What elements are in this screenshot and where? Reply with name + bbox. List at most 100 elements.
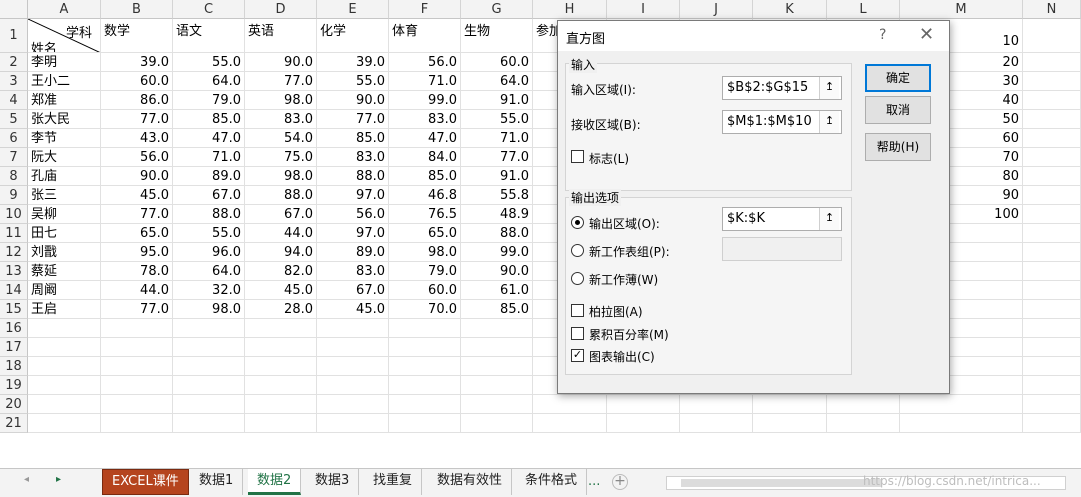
- grid-cell[interactable]: [1023, 376, 1081, 395]
- score-cell[interactable]: 61.0: [461, 281, 533, 300]
- score-cell[interactable]: 77.0: [245, 72, 317, 91]
- student-name-cell[interactable]: 李明: [28, 53, 101, 72]
- grid-cell[interactable]: [461, 395, 533, 414]
- score-cell[interactable]: 48.9: [461, 205, 533, 224]
- grid-cell[interactable]: [245, 338, 317, 357]
- column-header[interactable]: G: [461, 0, 533, 19]
- tab-data2[interactable]: 数据2: [248, 469, 302, 495]
- score-cell[interactable]: 60.0: [389, 281, 461, 300]
- tab-more-icon[interactable]: ...: [588, 469, 600, 495]
- grid-cell[interactable]: [1023, 148, 1081, 167]
- score-cell[interactable]: 98.0: [245, 91, 317, 110]
- grid-cell[interactable]: [245, 376, 317, 395]
- output-range-ref-icon[interactable]: ↥: [819, 208, 839, 230]
- grid-cell[interactable]: [101, 376, 173, 395]
- grid-cell[interactable]: [173, 376, 245, 395]
- grid-cell[interactable]: [1023, 338, 1081, 357]
- score-cell[interactable]: 32.0: [173, 281, 245, 300]
- score-cell[interactable]: 65.0: [101, 224, 173, 243]
- score-cell[interactable]: 64.0: [173, 262, 245, 281]
- grid-cell[interactable]: [1023, 205, 1081, 224]
- new-sheet-field[interactable]: [722, 237, 842, 261]
- grid-cell[interactable]: [1023, 110, 1081, 129]
- ok-button[interactable]: 确定: [865, 64, 931, 92]
- close-icon[interactable]: ✕: [919, 24, 934, 45]
- student-name-cell[interactable]: 蔡延: [28, 262, 101, 281]
- score-cell[interactable]: 43.0: [101, 129, 173, 148]
- column-header[interactable]: D: [245, 0, 317, 19]
- column-header[interactable]: I: [607, 0, 680, 19]
- grid-cell[interactable]: [461, 376, 533, 395]
- score-cell[interactable]: 82.0: [245, 262, 317, 281]
- row-header[interactable]: 21: [0, 414, 28, 433]
- row-header[interactable]: 12: [0, 243, 28, 262]
- new-sheet-radio[interactable]: [571, 244, 584, 257]
- tab-data3[interactable]: 数据3: [306, 469, 360, 495]
- score-cell[interactable]: 84.0: [389, 148, 461, 167]
- score-cell[interactable]: 67.0: [317, 281, 389, 300]
- new-workbook-radio[interactable]: [571, 272, 584, 285]
- grid-cell[interactable]: [900, 395, 1023, 414]
- row-header[interactable]: 17: [0, 338, 28, 357]
- score-cell[interactable]: 98.0: [245, 167, 317, 186]
- row-header[interactable]: 3: [0, 72, 28, 91]
- column-header[interactable]: B: [101, 0, 173, 19]
- score-cell[interactable]: 88.0: [245, 186, 317, 205]
- subject-header-cell[interactable]: 生物: [461, 19, 533, 53]
- score-cell[interactable]: 65.0: [389, 224, 461, 243]
- grid-cell[interactable]: [317, 395, 389, 414]
- help-button[interactable]: 帮助(H): [865, 133, 931, 161]
- score-cell[interactable]: 39.0: [101, 53, 173, 72]
- grid-cell[interactable]: [317, 338, 389, 357]
- score-cell[interactable]: 44.0: [101, 281, 173, 300]
- score-cell[interactable]: 79.0: [173, 91, 245, 110]
- grid-cell[interactable]: [1023, 224, 1081, 243]
- score-cell[interactable]: 90.0: [461, 262, 533, 281]
- column-header[interactable]: N: [1023, 0, 1081, 19]
- score-cell[interactable]: 85.0: [461, 300, 533, 319]
- student-name-cell[interactable]: 李节: [28, 129, 101, 148]
- input-range-ref-icon[interactable]: ↥: [819, 77, 839, 99]
- grid-cell[interactable]: [1023, 395, 1081, 414]
- grid-cell[interactable]: [753, 414, 827, 433]
- grid-cell[interactable]: [461, 414, 533, 433]
- column-header[interactable]: C: [173, 0, 245, 19]
- score-cell[interactable]: 98.0: [173, 300, 245, 319]
- student-name-cell[interactable]: 周阚: [28, 281, 101, 300]
- score-cell[interactable]: 47.0: [389, 129, 461, 148]
- grid-cell[interactable]: [101, 338, 173, 357]
- grid-cell[interactable]: [1023, 91, 1081, 110]
- grid-cell[interactable]: [1023, 53, 1081, 72]
- score-cell[interactable]: 88.0: [317, 167, 389, 186]
- score-cell[interactable]: 71.0: [389, 72, 461, 91]
- grid-cell[interactable]: [680, 395, 753, 414]
- row-header[interactable]: 19: [0, 376, 28, 395]
- score-cell[interactable]: 88.0: [461, 224, 533, 243]
- score-cell[interactable]: 90.0: [245, 53, 317, 72]
- column-header[interactable]: H: [533, 0, 607, 19]
- input-range-field[interactable]: $B$2:$G$15 ↥: [722, 76, 842, 100]
- row-header[interactable]: 1: [0, 19, 28, 53]
- grid-cell[interactable]: [101, 395, 173, 414]
- grid-cell[interactable]: [461, 338, 533, 357]
- labels-checkbox[interactable]: [571, 150, 584, 163]
- grid-cell[interactable]: [607, 395, 680, 414]
- score-cell[interactable]: 78.0: [101, 262, 173, 281]
- bin-range-ref-icon[interactable]: ↥: [819, 111, 839, 133]
- row-header[interactable]: 8: [0, 167, 28, 186]
- score-cell[interactable]: 60.0: [101, 72, 173, 91]
- row-header[interactable]: 10: [0, 205, 28, 224]
- grid-cell[interactable]: [461, 357, 533, 376]
- tab-conditional-format[interactable]: 条件格式: [516, 469, 588, 495]
- row-header[interactable]: 15: [0, 300, 28, 319]
- output-range-radio[interactable]: [571, 216, 584, 229]
- score-cell[interactable]: 55.0: [173, 224, 245, 243]
- grid-cell[interactable]: [1023, 281, 1081, 300]
- subject-header-cell[interactable]: 语文: [173, 19, 245, 53]
- add-sheet-icon[interactable]: +: [612, 474, 628, 490]
- grid-cell[interactable]: [389, 395, 461, 414]
- grid-cell[interactable]: [28, 376, 101, 395]
- score-cell[interactable]: 56.0: [101, 148, 173, 167]
- column-header[interactable]: A: [28, 0, 101, 19]
- column-header[interactable]: F: [389, 0, 461, 19]
